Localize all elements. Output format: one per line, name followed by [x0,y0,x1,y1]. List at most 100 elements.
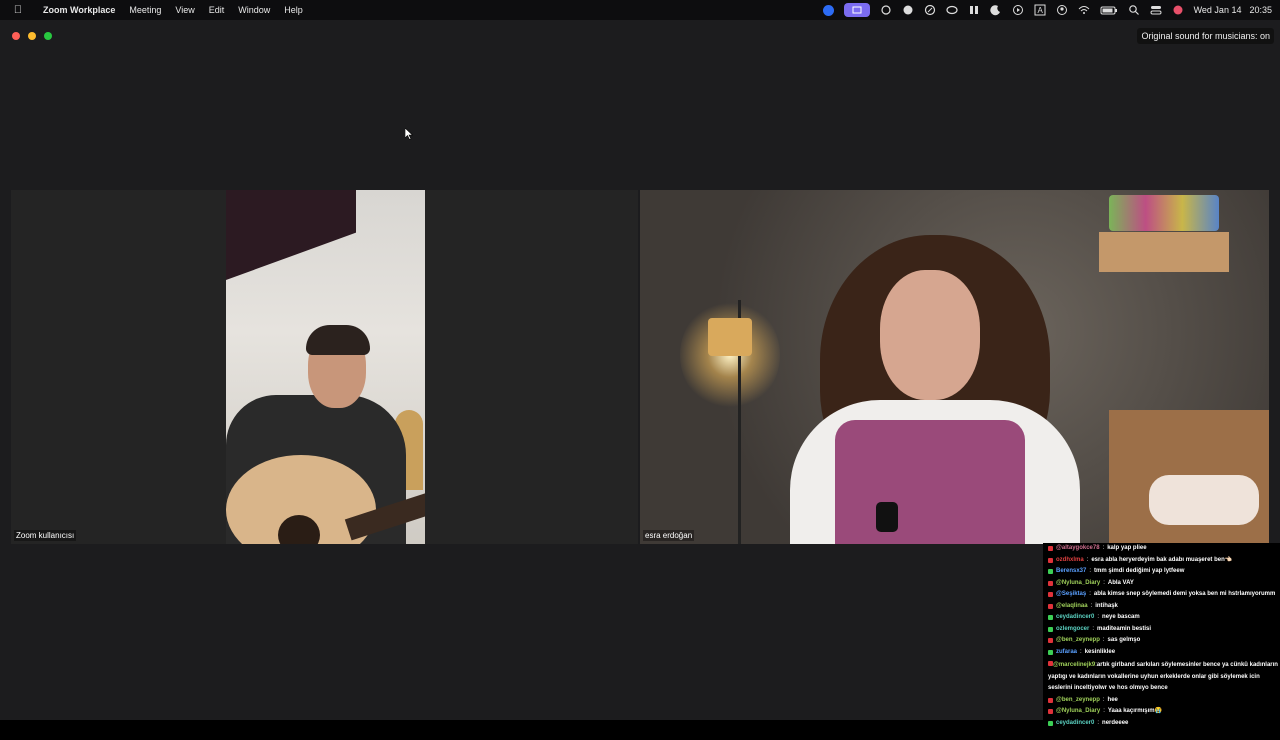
video-person-face [880,270,980,400]
chat-message: ceydadincer0: neye bascam [1043,612,1280,624]
chat-badge-icon [1048,638,1053,643]
app-name-menu[interactable]: Zoom Workplace [36,5,122,15]
chat-message: @ben_zeynepp: sas gelmşo [1043,635,1280,647]
chat-message: @elaqlinaa: intihaşk [1043,601,1280,613]
chat-username: ceydadincer0 [1056,719,1095,726]
wifi-icon[interactable] [1078,4,1090,16]
chat-separator: : [1092,625,1095,632]
original-sound-indicator[interactable]: Original sound for musicians: on [1137,28,1274,44]
battery-icon[interactable] [1100,4,1118,16]
siri-icon[interactable] [1172,4,1184,16]
chat-text: Yaaa kaçırmışım😭 [1107,708,1163,714]
menu-help[interactable]: Help [277,5,310,15]
video-lapel-mic [876,502,898,532]
zoom-icon[interactable] [822,4,834,16]
play-circle-icon[interactable] [1012,4,1024,16]
chat-message: zufaraa: kesinliklee [1043,647,1280,659]
chat-badge-icon [1048,720,1053,726]
chat-separator: : [1102,696,1105,703]
chat-username: @ben_zeynepp [1056,696,1100,703]
chat-text: esra abla heryerdeyim bak adabı muaşeret… [1091,556,1233,563]
chat-message: ozlemgocer: maditeamin bestisi [1043,624,1280,636]
chat-message: @Nyluna_Diary: Abla VAY [1043,578,1280,590]
chat-separator: : [1089,591,1091,597]
participant-video-guitarist [226,190,425,544]
chat-text: kesinliklee [1084,648,1116,655]
video-shelf-toys [1109,195,1219,231]
live-chat-overlay: @altaygokce78: kalp yap pliee ozdhxlma: esr… [1043,543,1280,740]
chat-badge-icon [1048,697,1053,703]
chat-badge-icon [1048,603,1053,609]
video-pillow [1149,475,1259,525]
date-text: Wed Jan 14 [1193,5,1242,15]
chat-username: zufaraa [1056,648,1078,655]
window-controls [12,32,52,40]
chat-text: Abla VAY [1107,579,1134,586]
maximize-window-button[interactable] [44,32,52,40]
clock[interactable]: Wed Jan 14 20:35 [1194,5,1272,15]
chat-separator: : [1102,545,1105,551]
user-circle-icon[interactable] [1056,4,1068,16]
search-icon[interactable] [1128,4,1140,16]
chat-username: @Seşiktaş [1056,591,1087,597]
creative-cloud-icon[interactable] [945,4,958,16]
chat-text: sas gelmşo [1107,637,1141,643]
chat-separator: : [1097,614,1100,620]
text-input-icon[interactable]: A [1034,4,1046,16]
chat-message: @altaygokce78: kalp yap pliee [1043,543,1280,555]
chatgpt-icon[interactable] [902,4,914,16]
menu-edit[interactable]: Edit [202,5,232,15]
minimize-window-button[interactable] [28,32,36,40]
participant-tile-esra[interactable]: esra erdoğan [640,190,1269,544]
chat-username: @Nyluna_Diary [1056,579,1101,586]
screen-share-icon[interactable] [843,3,870,17]
chat-text: tmm şimdi dediğimi yap lytfeew [1094,568,1185,574]
chat-separator: : [1089,568,1092,574]
moon-icon[interactable] [989,4,1002,16]
chat-message-list: @altaygokce78: kalp yap pliee ozdhxlma: esr… [1043,543,1280,729]
video-lamp-shade [708,318,752,356]
chat-username: ceydadincer0 [1056,614,1095,620]
chat-separator: : [1080,648,1082,655]
chat-separator: : [1097,719,1100,726]
chat-badge-icon [1048,615,1053,620]
chat-username: @ben_zeynepp [1056,637,1100,643]
chat-message: ozdhxlma: esra abla heryerdeyim bak adabı… [1043,555,1280,567]
close-window-button[interactable] [12,32,20,40]
menu-window[interactable]: Window [231,5,277,15]
participant-name-label: Zoom kullanıcısı [14,530,77,541]
chat-text: maditeamin bestisi [1097,625,1152,632]
airpods-icon[interactable] [968,4,980,16]
chat-message: @marcelinejk9:artık girlband sarkıları s… [1043,658,1280,695]
participant-tile-zoom-user[interactable]: Zoom kullanıcısı [11,190,638,544]
chat-text: kalp yap pliee [1107,545,1147,551]
chat-badge-icon [1048,709,1053,714]
video-ceiling [226,190,356,280]
svg-text:A: A [1037,6,1043,15]
chat-username: @Nyluna_Diary [1056,708,1101,714]
chat-message: Berensx37: tmm şimdi dediğimi yap lytfeew [1043,566,1280,578]
chat-badge-icon [1048,569,1053,574]
swirl-icon[interactable] [880,4,892,16]
video-wall-shelf [1099,232,1229,272]
chat-separator: : [1102,637,1105,643]
chat-text: neye bascam [1102,614,1140,620]
participant-name-label: esra erdoğan [643,530,695,541]
menu-bar:  Zoom Workplace Meeting View Edit Windo… [0,0,1280,20]
apple-menu-icon[interactable]:  [0,4,36,16]
control-center-icon[interactable] [1150,4,1162,16]
chat-separator: : [1086,556,1089,563]
chat-username: @elaqlinaa [1056,602,1088,609]
chat-separator: : [1103,579,1105,586]
chat-message: ceydadincer0: nerdeeee [1043,718,1280,730]
compass-icon[interactable] [924,4,936,16]
menu-meeting[interactable]: Meeting [122,5,168,15]
participant-video-esra [640,190,1269,544]
chat-badge-icon [1048,626,1053,632]
menu-view[interactable]: View [168,5,201,15]
video-person-vest [835,420,1025,544]
chat-username: @altaygokce78 [1056,545,1100,551]
chat-text: abla kimse snep söylemedi demi yoksa ben… [1093,591,1276,597]
chat-badge-icon [1048,557,1053,563]
chat-username: @marcelinejk9 [1053,662,1096,668]
